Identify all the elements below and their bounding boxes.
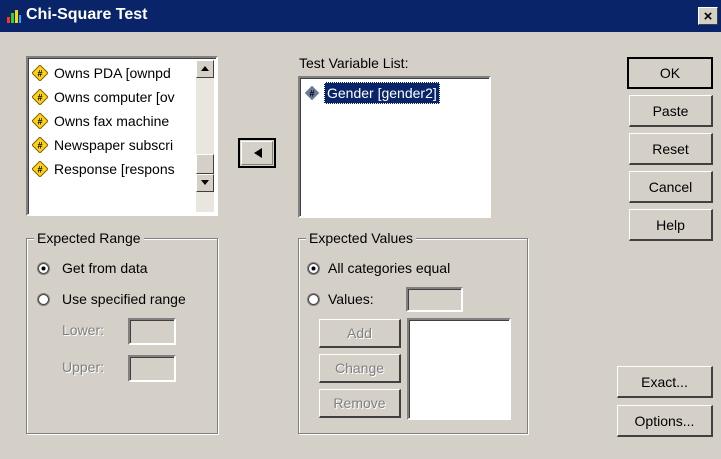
nominal-variable-icon: # bbox=[32, 113, 48, 129]
radio-all-categories-equal[interactable] bbox=[307, 262, 320, 275]
paste-button-label: Paste bbox=[652, 103, 689, 119]
source-list-scrollbar[interactable] bbox=[196, 60, 214, 212]
nominal-variable-icon: # bbox=[32, 89, 48, 105]
upper-label: Upper: bbox=[62, 359, 105, 375]
cancel-button[interactable]: Cancel bbox=[629, 171, 713, 203]
arrow-up-icon bbox=[201, 66, 209, 71]
values-label[interactable]: Values: bbox=[328, 291, 374, 307]
exact-button[interactable]: Exact... bbox=[617, 366, 713, 398]
add-button[interactable]: Add bbox=[319, 319, 401, 348]
exact-button-label: Exact... bbox=[641, 374, 688, 390]
reset-button-label: Reset bbox=[652, 141, 689, 157]
title-bar[interactable]: Chi-Square Test × bbox=[0, 0, 721, 32]
source-list-item[interactable]: # Owns fax machine bbox=[32, 110, 192, 132]
change-button[interactable]: Change bbox=[319, 354, 401, 383]
remove-button[interactable]: Remove bbox=[319, 389, 401, 418]
source-list-item[interactable]: # Response [respons bbox=[32, 158, 192, 180]
reset-button[interactable]: Reset bbox=[629, 133, 713, 165]
scroll-down-button[interactable] bbox=[196, 174, 214, 192]
source-list-item-label: Owns PDA [ownpd bbox=[54, 65, 171, 81]
test-variable-list[interactable]: # Gender [gender2] bbox=[298, 76, 491, 218]
lower-label: Lower: bbox=[62, 322, 105, 338]
source-list-item[interactable]: # Owns computer [ov bbox=[32, 86, 192, 108]
svg-text:#: # bbox=[37, 93, 42, 103]
nominal-variable-icon: # bbox=[32, 137, 48, 153]
expected-range-label: Expected Range bbox=[34, 230, 144, 246]
left-arrow-icon bbox=[254, 148, 262, 158]
chi-square-dialog: Chi-Square Test × # Owns PDA [ownpd # Owns … bbox=[0, 0, 721, 459]
use-specified-range-label[interactable]: Use specified range bbox=[62, 291, 186, 307]
variable-icon: # bbox=[304, 85, 320, 101]
get-from-data-label[interactable]: Get from data bbox=[62, 260, 148, 276]
values-input[interactable] bbox=[406, 287, 463, 312]
svg-text:#: # bbox=[309, 89, 314, 99]
remove-button-label: Remove bbox=[333, 395, 386, 411]
nominal-variable-icon: # bbox=[32, 65, 48, 81]
ok-button-label: OK bbox=[659, 65, 681, 81]
close-icon: × bbox=[703, 8, 713, 25]
source-list-item[interactable]: # Newspaper subscri bbox=[32, 134, 192, 156]
arrow-down-icon bbox=[201, 180, 209, 185]
expected-values-label: Expected Values bbox=[306, 230, 417, 246]
paste-button[interactable]: Paste bbox=[629, 95, 713, 127]
radio-values[interactable] bbox=[307, 293, 320, 306]
source-list-item[interactable]: # Owns PDA [ownpd bbox=[32, 62, 192, 84]
all-categories-equal-label[interactable]: All categories equal bbox=[328, 260, 450, 276]
cancel-button-label: Cancel bbox=[648, 179, 693, 195]
ok-button[interactable]: OK bbox=[627, 57, 713, 89]
options-button-label: Options... bbox=[634, 413, 695, 429]
radio-get-from-data[interactable] bbox=[37, 262, 50, 275]
svg-text:#: # bbox=[37, 69, 42, 79]
svg-text:#: # bbox=[37, 117, 42, 127]
scroll-thumb[interactable] bbox=[196, 154, 214, 174]
add-button-label: Add bbox=[347, 325, 372, 341]
lower-input[interactable] bbox=[128, 318, 176, 345]
upper-input[interactable] bbox=[128, 355, 176, 382]
svg-text:#: # bbox=[37, 165, 42, 175]
svg-text:#: # bbox=[37, 141, 42, 151]
source-list-item-label: Response [respons bbox=[54, 161, 175, 177]
change-button-label: Change bbox=[334, 360, 385, 376]
close-button[interactable]: × bbox=[698, 7, 718, 25]
spss-app-icon bbox=[7, 10, 21, 23]
options-button[interactable]: Options... bbox=[617, 405, 713, 437]
nominal-variable-icon: # bbox=[32, 161, 48, 177]
source-list-item-label: Owns fax machine bbox=[54, 113, 170, 129]
help-button[interactable]: Help bbox=[629, 209, 713, 241]
source-variable-list[interactable]: # Owns PDA [ownpd # Owns computer [ov # Owns … bbox=[26, 56, 218, 216]
radio-use-specified-range[interactable] bbox=[37, 293, 50, 306]
test-variable-item-label: Gender [gender2] bbox=[324, 82, 440, 104]
help-button-label: Help bbox=[656, 217, 685, 233]
scroll-up-button[interactable] bbox=[196, 60, 214, 78]
source-list-item-label: Newspaper subscri bbox=[54, 137, 174, 153]
source-list-item-label: Owns computer [ov bbox=[54, 89, 175, 105]
values-list[interactable] bbox=[407, 318, 511, 420]
window-title: Chi-Square Test bbox=[26, 6, 148, 23]
test-variable-list-label: Test Variable List: bbox=[299, 55, 409, 71]
move-variable-button[interactable] bbox=[238, 138, 276, 168]
